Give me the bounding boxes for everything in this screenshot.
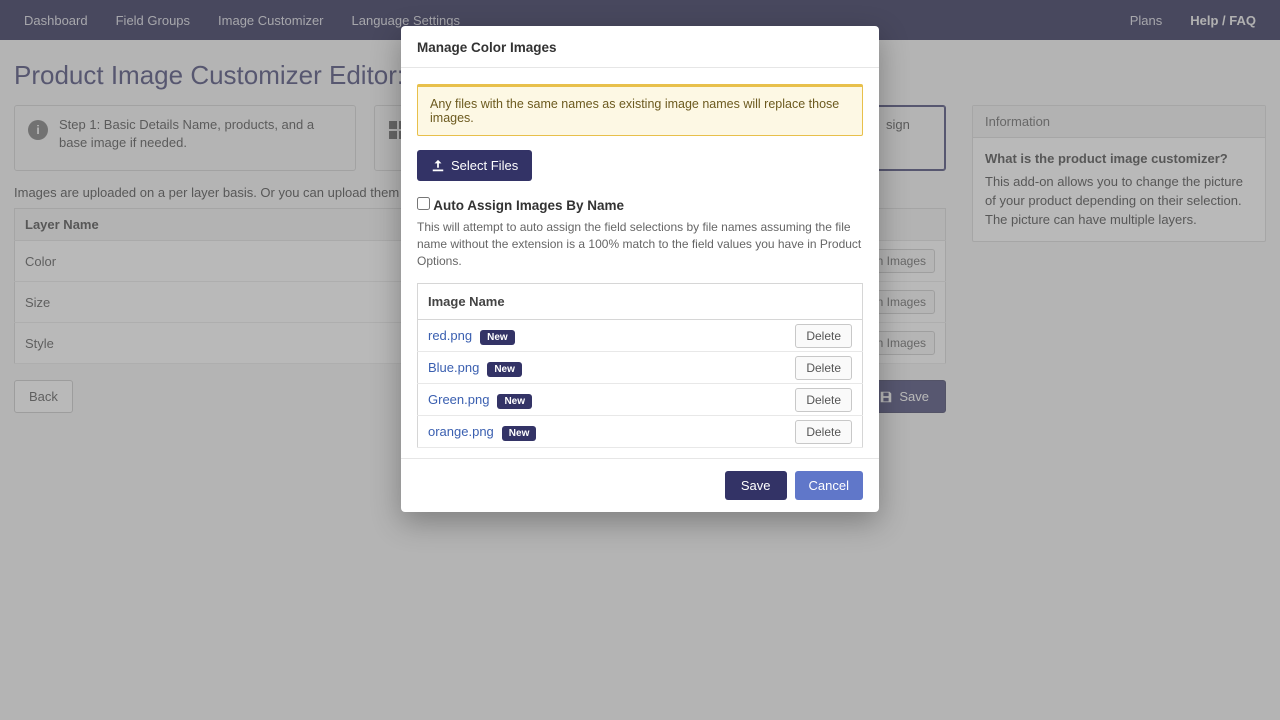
modal-title: Manage Color Images (401, 26, 879, 68)
upload-icon (431, 159, 445, 173)
table-row: orange.png New Delete (418, 416, 863, 448)
images-table-header: Image Name (418, 284, 783, 320)
image-name-link[interactable]: orange.png (428, 424, 494, 439)
image-name-link[interactable]: red.png (428, 328, 472, 343)
delete-button[interactable]: Delete (795, 356, 852, 380)
manage-images-modal: Manage Color Images Any files with the s… (401, 26, 879, 512)
table-row: Green.png New Delete (418, 384, 863, 416)
warning-banner: Any files with the same names as existin… (417, 84, 863, 136)
new-badge: New (497, 394, 532, 409)
modal-cancel-button[interactable]: Cancel (795, 471, 863, 500)
delete-button[interactable]: Delete (795, 324, 852, 348)
auto-assign-help: This will attempt to auto assign the fie… (417, 219, 863, 269)
image-name-link[interactable]: Green.png (428, 392, 489, 407)
table-row: Blue.png New Delete (418, 352, 863, 384)
auto-assign-label[interactable]: Auto Assign Images By Name (417, 198, 624, 213)
new-badge: New (502, 426, 537, 441)
image-name-link[interactable]: Blue.png (428, 360, 479, 375)
table-row: red.png New Delete (418, 320, 863, 352)
auto-assign-checkbox[interactable] (417, 197, 430, 210)
images-table: Image Name red.pngNew Delete Blue.pngNew… (417, 283, 863, 448)
new-badge: New (487, 362, 522, 377)
delete-button[interactable]: Delete (795, 420, 852, 444)
select-files-button[interactable]: Select Files (417, 150, 532, 181)
select-files-label: Select Files (451, 158, 518, 173)
new-badge: New (480, 330, 515, 345)
modal-save-button[interactable]: Save (725, 471, 787, 500)
delete-button[interactable]: Delete (795, 388, 852, 412)
